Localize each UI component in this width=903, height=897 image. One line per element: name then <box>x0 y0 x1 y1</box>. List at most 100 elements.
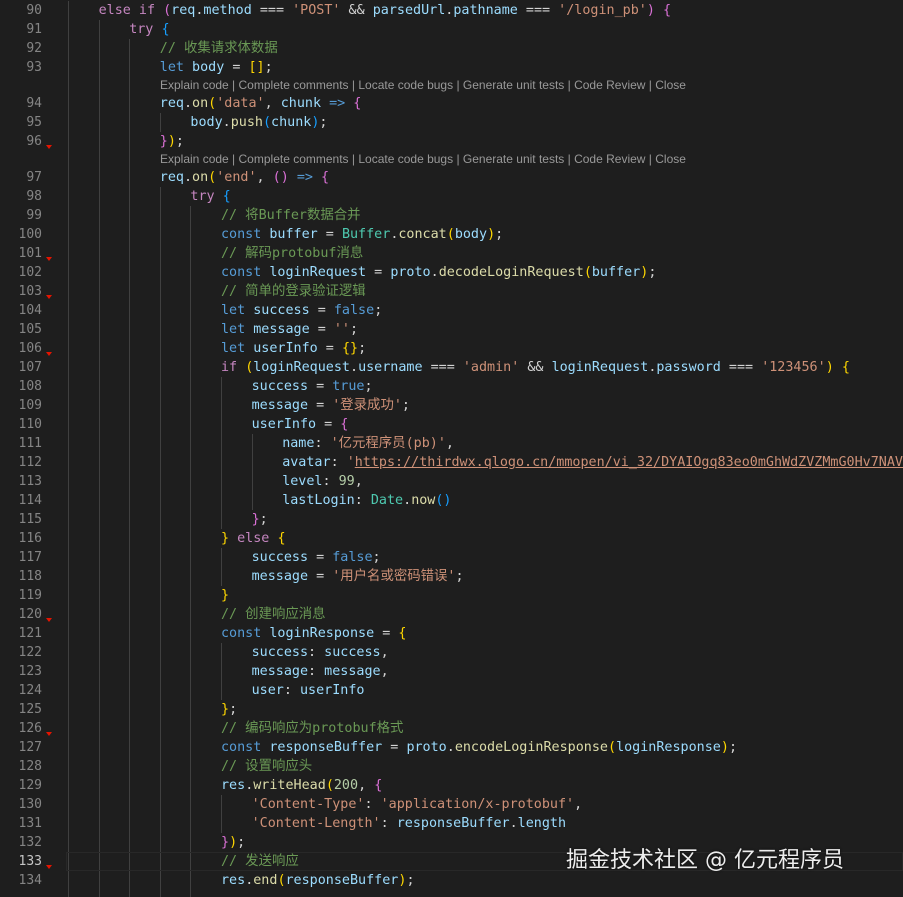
code-token: else if <box>98 3 164 18</box>
code-line[interactable]: 128 // 设置响应头 <box>0 757 903 776</box>
code-token: message <box>251 569 309 584</box>
code-token: ( <box>262 115 272 130</box>
code-line[interactable]: 101 // 解码protobuf消息 <box>0 244 903 263</box>
code-token: ; <box>372 550 381 565</box>
code-token: : <box>322 474 339 489</box>
codelens-complete-comments[interactable]: Complete comments <box>239 78 349 92</box>
code-token: userInfo <box>253 341 318 356</box>
codelens-locate-code-bugs[interactable]: Locate code bugs <box>358 152 453 166</box>
code-token: = <box>309 322 334 337</box>
code-line[interactable]: 97 req.on('end', () => { <box>0 168 903 187</box>
code-line[interactable]: 91 try { <box>0 20 903 39</box>
line-number: 120 <box>18 607 42 622</box>
code-token: responseBuffer <box>269 740 383 755</box>
code-text: if (loginRequest.username === 'admin' &&… <box>221 358 850 377</box>
codelens-explain-code[interactable]: Explain code <box>160 152 229 166</box>
code-line[interactable]: 90 else if (req.method === 'POST' && pars… <box>0 1 903 20</box>
code-line[interactable]: 126 // 编码响应为protobuf格式 <box>0 719 903 738</box>
code-editor[interactable]: 90 else if (req.method === 'POST' && pars… <box>0 0 903 897</box>
code-line[interactable]: 107 if (loginRequest.username === 'admin'… <box>0 358 903 377</box>
code-line[interactable]: 130 'Content-Type': 'application/x-protob… <box>0 795 903 814</box>
code-line[interactable]: 98 try { <box>0 187 903 206</box>
code-token: ; <box>374 303 383 318</box>
code-line[interactable]: 94 req.on('data', chunk => { <box>0 94 903 113</box>
codelens-code-review[interactable]: Code Review <box>574 152 645 166</box>
code-token: ) <box>229 835 238 850</box>
code-line[interactable]: 108 success = true; <box>0 377 903 396</box>
code-line[interactable]: 105 let message = ''; <box>0 320 903 339</box>
code-token: . <box>222 115 231 130</box>
codelens-locate-code-bugs[interactable]: Locate code bugs <box>358 78 453 92</box>
code-line[interactable]: 109 message = '登录成功'; <box>0 396 903 415</box>
code-line[interactable]: 124 user: userInfo <box>0 681 903 700</box>
code-token: = <box>309 303 334 318</box>
codelens-separator: | <box>348 152 359 166</box>
code-line[interactable]: 99 // 将Buffer数据合并 <box>0 206 903 225</box>
error-marker-icon <box>46 732 52 736</box>
code-line[interactable]: 110 userInfo = { <box>0 415 903 434</box>
code-line[interactable]: 102 const loginRequest = proto.decodeLogi… <box>0 263 903 282</box>
code-token: . <box>509 816 518 831</box>
code-line[interactable]: 118 message = '用户名或密码错误'; <box>0 567 903 586</box>
code-line[interactable]: 123 message: message, <box>0 662 903 681</box>
codelens-generate-unit-tests[interactable]: Generate unit tests <box>463 78 564 92</box>
code-token: // 简单的登录验证逻辑 <box>221 284 366 299</box>
code-token: loginResponse <box>616 740 721 755</box>
code-line[interactable]: 119} <box>0 586 903 605</box>
code-text: try { <box>190 187 230 206</box>
code-text: let message = ''; <box>221 320 358 339</box>
code-token: . <box>403 493 412 508</box>
code-token: ; <box>648 265 657 280</box>
line-number: 111 <box>18 436 42 451</box>
code-line[interactable]: 95 body.push(chunk); <box>0 113 903 132</box>
code-token: userInfo <box>251 417 317 432</box>
code-line[interactable]: 122 success: success, <box>0 643 903 662</box>
code-line[interactable]: 93 let body = []; <box>0 58 903 77</box>
code-line[interactable]: 115}; <box>0 510 903 529</box>
code-line[interactable]: 113 level: 99, <box>0 472 903 491</box>
codelens-code-review[interactable]: Code Review <box>574 78 645 92</box>
code-token: length <box>517 816 567 831</box>
codelens-close[interactable]: Close <box>655 78 686 92</box>
code-line[interactable]: 127 const responseBuffer = proto.encodeLo… <box>0 738 903 757</box>
code-line[interactable]: 117 success = false; <box>0 548 903 567</box>
code-token: 'end' <box>216 170 257 185</box>
code-line[interactable]: 125}; <box>0 700 903 719</box>
code-text: // 创建响应消息 <box>221 605 326 624</box>
codelens-generate-unit-tests[interactable]: Generate unit tests <box>463 152 564 166</box>
code-line[interactable]: 120 // 创建响应消息 <box>0 605 903 624</box>
line-number: 91 <box>26 22 42 37</box>
line-number: 118 <box>18 569 42 584</box>
code-line[interactable]: 104 let success = false; <box>0 301 903 320</box>
code-text: req.on('end', () => { <box>160 168 329 187</box>
code-token: . <box>430 265 439 280</box>
code-token: let <box>221 322 254 337</box>
code-token: { <box>398 626 407 641</box>
code-line[interactable]: 112 avatar: 'https://thirdwx.qlogo.cn/mmo… <box>0 453 903 472</box>
codelens-close[interactable]: Close <box>655 152 686 166</box>
code-line[interactable]: 96}); <box>0 132 903 151</box>
code-token: () <box>272 170 289 185</box>
code-line[interactable]: 129 res.writeHead(200, { <box>0 776 903 795</box>
code-line[interactable]: 103 // 简单的登录验证逻辑 <box>0 282 903 301</box>
line-number: 124 <box>18 683 42 698</box>
code-line[interactable]: 111 name: '亿元程序员(pb)', <box>0 434 903 453</box>
codelens-explain-code[interactable]: Explain code <box>160 78 229 92</box>
error-marker-icon <box>46 145 52 149</box>
code-line[interactable]: 114 lastLogin: Date.now() <box>0 491 903 510</box>
code-token: writeHead <box>253 778 326 793</box>
code-token: message <box>253 322 310 337</box>
code-token: const <box>221 227 270 242</box>
codelens-complete-comments[interactable]: Complete comments <box>239 152 349 166</box>
code-token: 99 <box>338 474 355 489</box>
code-line[interactable]: 100 const buffer = Buffer.concat(body); <box>0 225 903 244</box>
code-token: && <box>340 3 373 18</box>
code-line[interactable]: 121 const loginResponse = { <box>0 624 903 643</box>
code-line[interactable]: 92 // 收集请求体数据 <box>0 39 903 58</box>
code-line[interactable]: 116} else { <box>0 529 903 548</box>
code-token: ; <box>319 115 328 130</box>
code-line[interactable]: 106 let userInfo = {}; <box>0 339 903 358</box>
code-token: 'application/x-protobuf' <box>380 797 575 812</box>
code-line[interactable]: 131 'Content-Length': responseBuffer.leng… <box>0 814 903 833</box>
